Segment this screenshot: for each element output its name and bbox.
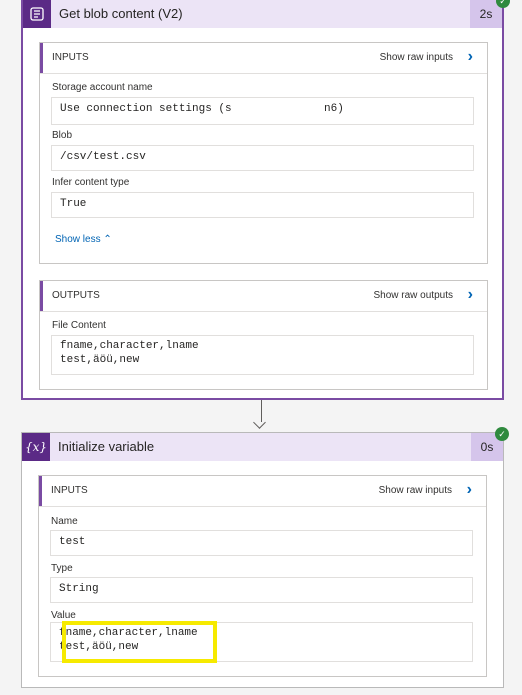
outputs-header: OUTPUTS Show raw outputs › <box>40 281 487 312</box>
field-value-box: Use connection settings (s n6) <box>51 97 474 125</box>
chevron-right-icon[interactable]: › <box>467 481 472 499</box>
field-value-box: /csv/test.csv <box>51 145 474 171</box>
field-value-box: True <box>51 192 474 218</box>
file-content-box: fname,character,lname test,äöü,new <box>51 335 474 375</box>
field-label: File Content <box>52 320 106 331</box>
accent-bar <box>40 281 43 311</box>
content-line: test,äöü,new <box>60 354 140 366</box>
highlight-box <box>62 621 217 663</box>
inputs-section: INPUTS Show raw inputs › Storage account… <box>39 42 488 264</box>
show-raw-outputs-link[interactable]: Show raw outputs <box>374 290 454 301</box>
outputs-heading: OUTPUTS <box>52 290 100 301</box>
show-less-label: Show less <box>55 234 101 245</box>
inputs-header: INPUTS Show raw inputs › <box>39 476 486 507</box>
action-card-get-blob[interactable]: Get blob content (V2) 2s ✓ INPUTS Show r… <box>21 0 510 400</box>
chevron-right-icon[interactable]: › <box>468 48 473 66</box>
inputs-section: INPUTS Show raw inputs › Name test Type … <box>38 475 487 677</box>
show-less-link[interactable]: Show less ⌃ <box>55 234 112 245</box>
field-label: Storage account name <box>52 82 153 93</box>
field-value-box: test <box>50 530 473 556</box>
action-title: Get blob content (V2) <box>59 6 183 21</box>
check-icon: ✓ <box>496 0 510 8</box>
variable-icon: {x} <box>22 433 50 461</box>
inputs-header: INPUTS Show raw inputs › <box>40 43 487 74</box>
show-raw-inputs-link[interactable]: Show raw inputs <box>379 485 452 496</box>
inputs-heading: INPUTS <box>52 52 89 63</box>
action-header[interactable]: Get blob content (V2) 2s <box>23 0 502 28</box>
blob-storage-icon <box>23 0 51 28</box>
arrow-down-icon <box>253 416 266 429</box>
action-card-initialize-variable[interactable]: {x} Initialize variable 0s ✓ INPUTS Show… <box>21 427 509 688</box>
variable-icon-glyph: {x} <box>24 440 48 454</box>
inputs-heading: INPUTS <box>51 485 88 496</box>
field-label: Type <box>51 563 73 574</box>
outputs-section: OUTPUTS Show raw outputs › File Content … <box>39 280 488 390</box>
field-label: Value <box>51 610 76 621</box>
chevron-up-icon: ⌃ <box>103 234 112 245</box>
chevron-right-icon[interactable]: › <box>468 286 473 304</box>
content-line: fname,character,lname <box>60 340 199 352</box>
accent-bar <box>39 476 42 506</box>
action-title: Initialize variable <box>58 439 155 454</box>
show-raw-inputs-link[interactable]: Show raw inputs <box>380 52 453 63</box>
field-label: Name <box>51 516 78 527</box>
check-icon: ✓ <box>495 427 509 441</box>
action-header[interactable]: {x} Initialize variable 0s <box>22 433 503 461</box>
field-value-box: String <box>50 577 473 603</box>
field-label: Blob <box>52 130 73 141</box>
accent-bar <box>40 43 43 73</box>
field-label: Infer content type <box>52 177 130 188</box>
